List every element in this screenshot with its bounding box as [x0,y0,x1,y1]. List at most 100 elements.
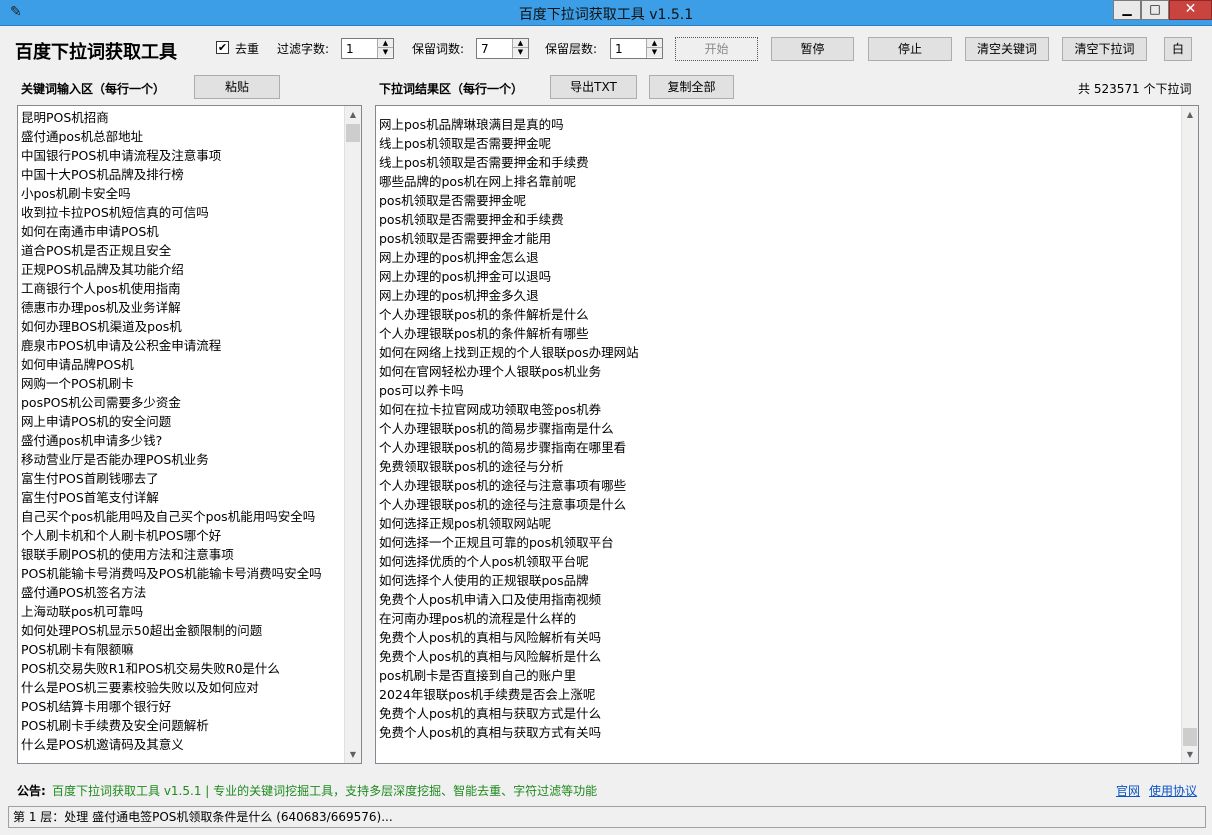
scroll-down-icon[interactable]: ▼ [1182,746,1198,763]
list-item: 个人办理银联pos机的条件解析有哪些 [379,326,589,341]
copy-all-button[interactable]: 复制全部 [649,75,734,99]
list-item: 自己买个pos机能用吗及自己买个pos机能用吗安全吗 [21,509,316,524]
window-title: 百度下拉词获取工具 v1.5.1 [518,7,694,23]
list-item: 2024年银联pos机手续费是否会上涨呢 [379,687,596,702]
list-item: 小pos机刷卡安全吗 [21,186,131,201]
list-item: 盛付通POS机签名方法 [21,585,147,600]
dedupe-checkbox[interactable]: ✔ [216,41,229,54]
list-item: 如何申请品牌POS机 [21,357,134,372]
list-item: 网上办理的pos机押金可以退吗 [379,269,552,284]
paste-button[interactable]: 粘贴 [194,75,280,99]
list-item: POS机交易失败R1和POS机交易失败R0是什么 [21,661,280,676]
terms-link[interactable]: 使用协议 [1149,782,1197,799]
list-item: 如何选择优质的个人pos机领取平台呢 [379,554,589,569]
pause-button[interactable]: 暂停 [771,37,854,61]
list-item: 如何在南通市申请POS机 [21,224,159,239]
status-bar: 第 1 层：处理 盛付通电签POS机领取条件是什么 (640683/669576… [8,806,1206,828]
export-txt-button[interactable]: 导出TXT [550,75,637,99]
list-item: 个人办理银联pos机的途径与注意事项是什么 [379,497,627,512]
dedupe-label: 去重 [235,42,260,56]
list-item: 收到拉卡拉POS机短信真的可信吗 [21,205,209,220]
list-item: 线上pos机领取是否需要押金和手续费 [379,155,589,170]
website-link[interactable]: 官网 [1116,782,1140,799]
list-item: 免费个人pos机的真相与获取方式有关吗 [379,725,602,740]
list-item: 免费领取银联pos机的途径与分析 [379,459,564,474]
clear-dropdown-button[interactable]: 清空下拉词 [1062,37,1147,61]
list-item: 德惠市办理pos机及业务详解 [21,300,181,315]
list-item: 鹿泉市POS机申请及公积金申请流程 [21,338,222,353]
scroll-thumb[interactable] [1183,728,1197,746]
list-item: 昆明POS机招商 [21,110,109,125]
list-item: 个人刷卡机和个人刷卡机POS哪个好 [21,528,222,543]
scroll-down-icon[interactable]: ▼ [345,746,361,763]
list-item: 网购一个POS机刷卡 [21,376,134,391]
maximize-button[interactable]: □ [1141,0,1169,20]
list-item: 中国十大POS机品牌及排行榜 [21,167,184,182]
list-item: pos可以养卡吗 [379,383,464,398]
list-item: 免费个人pos机申请入口及使用指南视频 [379,592,602,607]
filter-chars-spinbox[interactable]: 1 ▲ ▼ [341,38,394,59]
list-item: pos机刷卡是否直接到自己的账户里 [379,668,577,683]
list-item: 个人办理银联pos机的条件解析是什么 [379,307,589,322]
spin-up-icon[interactable]: ▲ [647,39,662,48]
list-item: 银联手刷POS机的使用方法和注意事项 [21,547,234,562]
list-item: pos机领取是否需要押金才能用 [379,231,552,246]
results-textarea[interactable]: 网上pos机品牌琳琅满目是真的吗 线上pos机领取是否需要押金呢线上pos机领取是… [375,105,1199,764]
spin-up-icon[interactable]: ▲ [378,39,393,48]
list-item: 哪些品牌的pos机在网上排名靠前呢 [379,174,577,189]
list-item: 免费个人pos机的真相与获取方式是什么 [379,706,602,721]
list-item: 如何选择一个正规且可靠的pos机领取平台 [379,535,614,550]
list-item: 如何处理POS机显示50超出金额限制的问题 [21,623,263,638]
white-button[interactable]: 白 [1164,37,1192,61]
keywords-textarea[interactable]: 昆明POS机招商 盛付通pos机总部地址 中国银行POS机申请流程及注意事项 中国十大… [17,105,362,764]
keep-levels-label: 保留层数: [545,42,598,56]
list-item: 如何在网络上找到正规的个人银联pos办理网站 [379,345,639,360]
list-item: 如何在官网轻松办理个人银联pos机业务 [379,364,602,379]
list-item: 什么是POS机三要素校验失败以及如何应对 [21,680,259,695]
list-item: pos机领取是否需要押金呢 [379,193,527,208]
list-item: 网上pos机品牌琳琅满目是真的吗 [379,117,564,132]
scroll-up-icon[interactable]: ▲ [345,106,361,123]
notice-label: 公告: [17,784,46,798]
spin-down-icon[interactable]: ▼ [647,48,662,57]
keep-words-spinbox[interactable]: 7 ▲ ▼ [476,38,529,59]
keywords-section-label: 关键词输入区（每行一个） [21,82,166,96]
stop-button[interactable]: 停止 [868,37,952,61]
list-item: 线上pos机领取是否需要押金呢 [379,136,552,151]
results-scrollbar[interactable]: ▲ ▼ [1181,106,1198,763]
spin-up-icon[interactable]: ▲ [513,39,528,48]
scroll-up-icon[interactable]: ▲ [1182,106,1198,123]
list-item: POS机能输卡号消费吗及POS机能输卡号消费吗安全吗 [21,566,322,581]
list-item: 什么是POS机邀请码及其意义 [21,737,184,752]
keep-words-value: 7 [481,42,489,56]
filter-chars-value: 1 [346,42,354,56]
scroll-thumb[interactable] [346,124,360,142]
minimize-button[interactable]: ▁ [1113,0,1141,20]
list-item: 网上申请POS机的安全问题 [21,414,172,429]
keep-levels-spinbox[interactable]: 1 ▲ ▼ [610,38,663,59]
list-item: 在河南办理pos机的流程是什么样的 [379,611,577,626]
list-item: 如何选择正规pos机领取网站呢 [379,516,552,531]
start-button[interactable]: 开始 [675,37,758,61]
list-item: 盛付通pos机申请多少钱? [21,433,163,448]
app-title: 百度下拉词获取工具 [15,42,177,63]
list-item: 移动营业厅是否能办理POS机业务 [21,452,209,467]
list-item: 如何选择个人使用的正规银联pos品牌 [379,573,589,588]
list-item: 道合POS机是否正规且安全 [21,243,172,258]
keep-levels-value: 1 [615,42,623,56]
clear-keywords-button[interactable]: 清空关键词 [965,37,1049,61]
list-item: POS机刷卡有限额嘛 [21,642,134,657]
spin-down-icon[interactable]: ▼ [513,48,528,57]
list-item: 上海动联pos机可靠吗 [21,604,144,619]
result-count: 共 523571 个下拉词 [1078,82,1192,96]
list-item: 富生付POS首笔支付详解 [21,490,159,505]
close-button[interactable]: ✕ [1169,0,1212,20]
list-item: pos机领取是否需要押金和手续费 [379,212,564,227]
list-item: 网上办理的pos机押金怎么退 [379,250,539,265]
list-item: 中国银行POS机申请流程及注意事项 [21,148,222,163]
list-item: 个人办理银联pos机的途径与注意事项有哪些 [379,478,627,493]
list-item: POS机结算卡用哪个银行好 [21,699,172,714]
title-bar: ✎ 百度下拉词获取工具 v1.5.1 [0,0,1212,26]
keywords-scrollbar[interactable]: ▲ ▼ [344,106,361,763]
spin-down-icon[interactable]: ▼ [378,48,393,57]
